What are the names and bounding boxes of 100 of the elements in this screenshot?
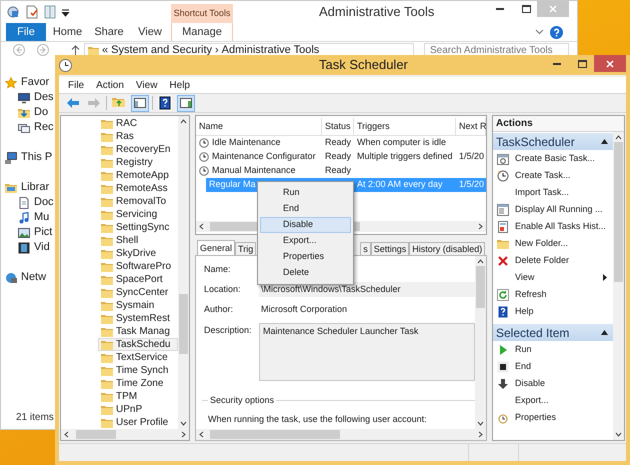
help-icon[interactable] <box>550 26 563 38</box>
tab[interactable]: Trig <box>235 242 256 255</box>
menu-item[interactable]: End <box>260 201 351 217</box>
section-header[interactable]: Selected Item <box>493 324 613 341</box>
up-arrow-icon[interactable] <box>71 45 80 55</box>
console-tree-button[interactable] <box>131 94 149 112</box>
scrollbar-thumb[interactable] <box>76 430 116 439</box>
menu-item[interactable]: Help <box>164 78 195 92</box>
tree-item[interactable]: Time Synch <box>98 364 178 377</box>
command-link[interactable]: Create Basic Task... <box>493 150 613 167</box>
tree-item[interactable]: SystemRest <box>98 312 178 325</box>
tree-item[interactable]: SkyDrive <box>98 247 178 260</box>
nav-item[interactable]: Rec <box>1 120 56 135</box>
scroll-right-icon[interactable] <box>478 223 483 230</box>
tree-item[interactable]: UPnP <box>98 403 178 416</box>
expand-ribbon-icon[interactable] <box>535 29 544 35</box>
scroll-left-icon[interactable] <box>199 223 204 230</box>
menu-item[interactable]: Action <box>91 78 129 92</box>
scroll-down-icon[interactable] <box>180 421 187 426</box>
tree-item[interactable]: RemovalTo <box>98 195 178 208</box>
scrollbar-thumb[interactable] <box>210 430 340 439</box>
tree-item[interactable]: TPM <box>98 390 178 403</box>
command-link[interactable]: Export... <box>493 392 613 409</box>
tree-item[interactable]: SoftwarePro <box>98 260 178 273</box>
table-row[interactable]: Idle Maintenance Ready When computer is idle <box>196 136 486 150</box>
command-link[interactable]: View <box>493 269 613 286</box>
command-link[interactable]: Import Task... <box>493 184 613 201</box>
menu-item[interactable]: Delete <box>260 265 351 281</box>
nav-item[interactable]: Favor <box>1 75 56 90</box>
menu-item[interactable]: Properties <box>260 249 351 265</box>
close-button[interactable] <box>594 55 626 72</box>
command-link[interactable]: Properties <box>493 409 613 426</box>
menu-item[interactable]: Disable <box>260 217 351 233</box>
tab[interactable]: s <box>360 242 371 255</box>
ribbon-tab[interactable]: View <box>129 23 171 41</box>
tree-item[interactable]: RemoteApp <box>98 169 178 182</box>
scroll-left-icon[interactable] <box>64 431 69 438</box>
tree-item[interactable]: Task Manag <box>98 325 178 338</box>
tree-item[interactable]: SettingSync <box>98 221 178 234</box>
tab[interactable]: History (disabled) <box>409 242 486 255</box>
command-link[interactable]: Display All Running ... <box>493 201 613 218</box>
scroll-right-icon[interactable] <box>478 431 483 438</box>
tree-item[interactable]: RemoteAss <box>98 182 178 195</box>
tree-item[interactable]: Time Zone <box>98 377 178 390</box>
command-link[interactable]: Help <box>493 303 613 320</box>
column-header[interactable]: Status <box>322 118 354 135</box>
section-header[interactable]: TaskScheduler <box>493 133 613 150</box>
menu-item[interactable]: Run <box>260 185 351 201</box>
column-header[interactable]: Next R <box>456 118 486 135</box>
column-header[interactable]: Name <box>196 118 322 135</box>
nav-item[interactable]: Des <box>1 90 56 105</box>
tree-item[interactable]: User Profile <box>98 416 178 429</box>
command-link[interactable]: New Folder... <box>493 235 613 252</box>
menu-item[interactable]: File <box>63 78 90 92</box>
nav-item[interactable]: Vid <box>1 240 56 255</box>
scroll-down-icon[interactable] <box>477 421 484 426</box>
scroll-up-icon[interactable] <box>477 259 484 264</box>
breadcrumb-overflow[interactable]: « <box>102 42 108 58</box>
nav-item[interactable]: Librar <box>1 180 56 195</box>
tab[interactable]: General <box>197 240 236 255</box>
nav-item[interactable]: Do <box>1 105 56 120</box>
tree-item[interactable]: SpacePort <box>98 273 178 286</box>
horizontal-scrollbar[interactable] <box>61 429 189 440</box>
breadcrumb-item[interactable]: System and Security <box>111 42 212 58</box>
breadcrumb-item[interactable]: Administrative Tools <box>222 42 320 58</box>
command-link[interactable]: Refresh <box>493 286 613 303</box>
nav-item[interactable]: Netw <box>1 270 56 285</box>
command-link[interactable]: End <box>493 358 613 375</box>
file-menu-button[interactable]: File <box>6 23 46 41</box>
tab[interactable]: Settings <box>370 242 410 255</box>
action-pane-button[interactable] <box>177 94 195 112</box>
command-link[interactable]: Create Task... <box>493 167 613 184</box>
command-link[interactable]: Delete Folder <box>493 252 613 269</box>
tree-item[interactable]: TaskSchedu <box>98 338 178 351</box>
scroll-up-icon[interactable] <box>180 119 187 124</box>
vertical-scrollbar[interactable] <box>178 116 189 429</box>
tree-item[interactable]: TextService <box>98 351 178 364</box>
tree-item[interactable]: RecoveryEn <box>98 143 178 156</box>
tree-item[interactable]: Servicing <box>98 208 178 221</box>
table-row[interactable]: Maintenance Configurator Ready Multiple triggers defined 1/5/20 <box>196 150 486 164</box>
horizontal-scrollbar[interactable] <box>196 429 486 440</box>
vertical-scrollbar[interactable] <box>475 256 486 429</box>
column-header[interactable]: Triggers <box>354 118 456 135</box>
nav-item[interactable]: Mu <box>1 210 56 225</box>
ribbon-tab[interactable]: Home <box>46 23 89 41</box>
scrollbar-thumb[interactable] <box>614 142 623 282</box>
menu-item[interactable]: Export... <box>260 233 351 249</box>
command-link[interactable]: Enable All Tasks Hist... <box>493 218 613 235</box>
ribbon-tab[interactable]: Share <box>89 23 129 41</box>
tree-item[interactable]: Ras <box>98 130 178 143</box>
nav-item[interactable]: This P <box>1 150 56 165</box>
tree-item[interactable]: Registry <box>98 156 178 169</box>
tree-item[interactable]: Shell <box>98 234 178 247</box>
table-row[interactable]: Manual Maintenance Ready <box>196 164 486 178</box>
command-link[interactable]: Run <box>493 341 613 358</box>
vertical-scrollbar[interactable] <box>613 132 624 440</box>
scroll-down-icon[interactable] <box>615 432 622 437</box>
scrollbar-thumb[interactable] <box>476 266 485 308</box>
tree-item[interactable]: RAC <box>98 117 178 130</box>
nav-item[interactable]: Doc <box>1 195 56 210</box>
